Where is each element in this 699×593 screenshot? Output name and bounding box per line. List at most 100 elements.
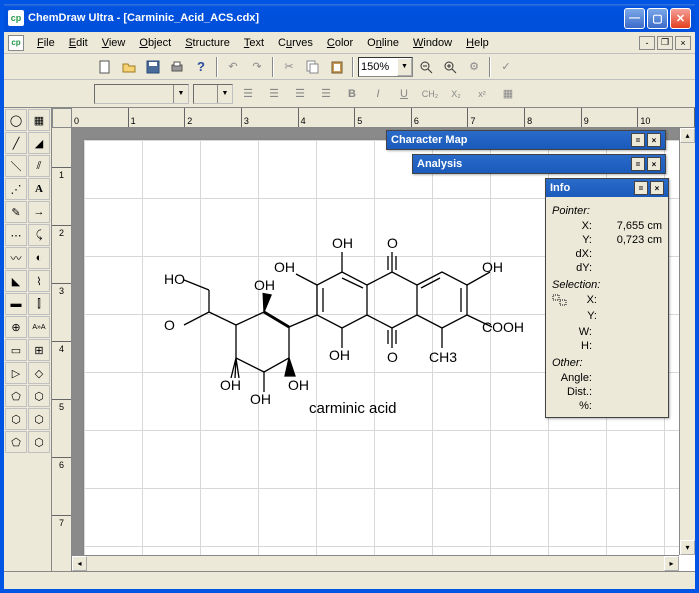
scrollbar-horizontal[interactable]: ◂ ▸ — [72, 555, 679, 571]
diamond-tool[interactable]: ◇ — [28, 362, 50, 384]
eraser-tool[interactable]: ◢ — [28, 132, 50, 154]
zoom-in-button[interactable] — [439, 56, 461, 78]
label-oh4: OH — [254, 277, 275, 293]
size-dropdown[interactable]: ▼ — [193, 84, 233, 104]
formula-button[interactable]: CH₂ — [419, 83, 441, 105]
character-map-panel[interactable]: Character Map = × — [386, 130, 666, 150]
curve-tool[interactable]: 〰 — [5, 247, 27, 269]
text-tool[interactable]: A — [28, 178, 50, 200]
tool-extra-button[interactable]: ⚙ — [463, 56, 485, 78]
font-dropdown[interactable]: ▼ — [94, 84, 189, 104]
cyclopentane-tool[interactable]: ⬠ — [5, 431, 27, 453]
pentagon-tool[interactable]: ⬠ — [5, 385, 27, 407]
marquee-tool[interactable]: ▦ — [28, 109, 50, 131]
align-right-button[interactable]: ☰ — [289, 83, 311, 105]
label-o-ring: O — [164, 317, 175, 333]
align-center-button[interactable]: ☰ — [263, 83, 285, 105]
dotted-bond-tool[interactable]: ⋯ — [5, 224, 27, 246]
menu-window[interactable]: Window — [406, 35, 459, 51]
align-left-button[interactable]: ☰ — [237, 83, 259, 105]
help-button[interactable]: ? — [190, 56, 212, 78]
zoom-input[interactable] — [359, 61, 397, 73]
doc-minimize-button[interactable]: - — [639, 36, 655, 50]
info-collapse-button[interactable]: = — [634, 181, 648, 195]
print-button[interactable] — [166, 56, 188, 78]
copy-button[interactable] — [302, 56, 324, 78]
wavy-tool[interactable]: ⌇ — [28, 270, 50, 292]
single-bond-tool[interactable]: ＼ — [5, 155, 27, 177]
new-button[interactable] — [94, 56, 116, 78]
align-justify-button[interactable]: ☰ — [315, 83, 337, 105]
menu-structure[interactable]: Structure — [178, 35, 237, 51]
wedge-tool[interactable]: ◣ — [5, 270, 27, 292]
bold-button[interactable]: B — [341, 83, 363, 105]
charmap-collapse-button[interactable]: = — [631, 133, 645, 147]
info-panel[interactable]: Info = × Pointer: X:7,655 cm Y:0,723 cm … — [545, 178, 669, 418]
doc-restore-button[interactable]: ❐ — [657, 36, 673, 50]
info-title[interactable]: Info = × — [546, 179, 668, 197]
chemical-symbol-tool[interactable]: A»A — [28, 316, 50, 338]
dashed-bond-tool[interactable]: ⋰ — [5, 178, 27, 200]
hexagon-tool[interactable]: ⬡ — [28, 385, 50, 407]
bold-bond-tool[interactable]: ▬ — [5, 293, 27, 315]
open-button[interactable] — [118, 56, 140, 78]
cut-button[interactable]: ✂ — [278, 56, 300, 78]
orbital-tool[interactable]: ◐ — [28, 247, 50, 269]
analysis-collapse-button[interactable]: = — [631, 157, 645, 171]
menu-curves[interactable]: Curves — [271, 35, 320, 51]
save-button[interactable] — [142, 56, 164, 78]
molecule-caption[interactable]: carminic acid — [309, 400, 397, 417]
scrollbar-vertical[interactable]: ▴ ▾ — [679, 128, 695, 555]
subscript-button[interactable]: X₂ — [445, 83, 467, 105]
label-oh5: OH — [274, 259, 295, 275]
menu-object[interactable]: Object — [132, 35, 178, 51]
menu-online[interactable]: Online — [360, 35, 406, 51]
analysis-title[interactable]: Analysis = × — [413, 155, 665, 173]
menu-edit[interactable]: Edit — [62, 35, 95, 51]
tool-palette: ◯ ▦ ╱ ◢ ＼ ⫽ ⋰ A ✎ → ⋯ ⤹ 〰 ◐ ◣ ⌇ ▬ ⫿ ⊕ A»… — [4, 108, 52, 571]
menu-file[interactable]: File — [30, 35, 62, 51]
underline-button[interactable]: U — [393, 83, 415, 105]
zoom-out-button[interactable] — [415, 56, 437, 78]
arrow-tool[interactable]: → — [28, 201, 50, 223]
character-map-title[interactable]: Character Map = × — [387, 131, 665, 149]
info-close-button[interactable]: × — [650, 181, 664, 195]
minimize-button[interactable]: — — [624, 8, 645, 29]
content-area: ◯ ▦ ╱ ◢ ＼ ⫽ ⋰ A ✎ → ⋯ ⤹ 〰 ◐ ◣ ⌇ ▬ ⫿ ⊕ A»… — [4, 108, 695, 571]
label-o2: O — [387, 349, 398, 365]
menu-view[interactable]: View — [95, 35, 133, 51]
label-ch3: CH3 — [429, 349, 457, 365]
superscript-button[interactable]: x² — [471, 83, 493, 105]
ring-tool[interactable]: ⬡ — [28, 431, 50, 453]
menu-text[interactable]: Text — [237, 35, 271, 51]
symbol-button[interactable]: ▦ — [497, 83, 519, 105]
doc-title: [Carminic_Acid_ACS.cdx] — [123, 12, 259, 24]
check-button[interactable]: ✓ — [495, 56, 517, 78]
menu-color[interactable]: Color — [320, 35, 360, 51]
triangle-tool[interactable]: ▷ — [5, 362, 27, 384]
maximize-button[interactable]: ▢ — [647, 8, 668, 29]
italic-button[interactable]: I — [367, 83, 389, 105]
zoom-dropdown-btn[interactable]: ▼ — [397, 58, 412, 76]
close-button[interactable]: ✕ — [670, 8, 691, 29]
redo-button[interactable]: ↷ — [246, 56, 268, 78]
benzene-tool[interactable]: ⬡ — [5, 408, 27, 430]
hash-bond-tool[interactable]: ⫿ — [28, 293, 50, 315]
paste-button[interactable] — [326, 56, 348, 78]
cyclohexane-tool[interactable]: ⬡ — [28, 408, 50, 430]
charmap-close-button[interactable]: × — [647, 133, 661, 147]
pen-tool[interactable]: ✎ — [5, 201, 27, 223]
zoom-dropdown[interactable]: ▼ — [358, 57, 413, 77]
multi-bond-tool[interactable]: ⫽ — [28, 155, 50, 177]
arc-tool[interactable]: ⤹ — [28, 224, 50, 246]
template-tool[interactable]: ⊞ — [28, 339, 50, 361]
bond-tool[interactable]: ╱ — [5, 132, 27, 154]
analysis-panel[interactable]: Analysis = × — [412, 154, 666, 174]
bracket-tool[interactable]: ⊕ — [5, 316, 27, 338]
menu-help[interactable]: Help — [459, 35, 496, 51]
undo-button[interactable]: ↶ — [222, 56, 244, 78]
tlc-tool[interactable]: ▭ — [5, 339, 27, 361]
analysis-close-button[interactable]: × — [647, 157, 661, 171]
lasso-tool[interactable]: ◯ — [5, 109, 27, 131]
doc-close-button[interactable]: × — [675, 36, 691, 50]
